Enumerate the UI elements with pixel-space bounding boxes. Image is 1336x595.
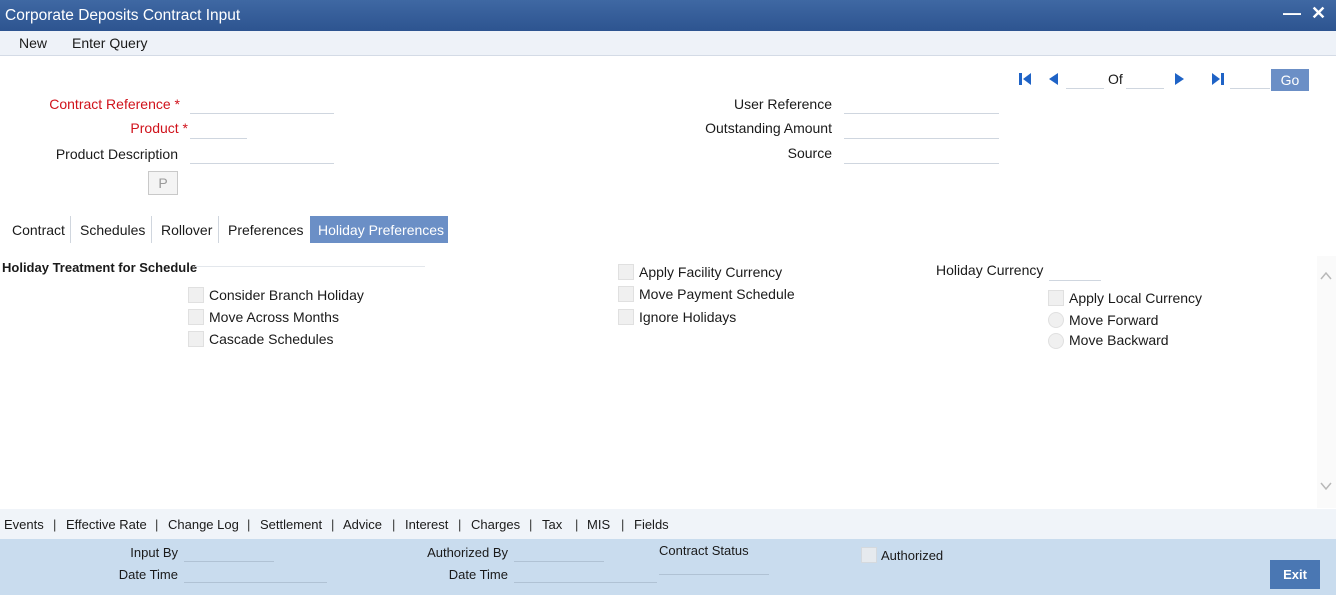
product-description-label: Product Description — [55, 146, 178, 162]
auth-date-time-value — [514, 582, 657, 583]
link-separator: | — [621, 517, 625, 532]
apply-local-currency-checkbox[interactable] — [1048, 290, 1064, 306]
effective-rate-link[interactable]: Effective Rate — [66, 517, 147, 532]
ignore-holidays-checkbox[interactable] — [618, 309, 634, 325]
move-forward-label: Move Forward — [1069, 312, 1159, 328]
move-across-months-checkbox[interactable] — [188, 309, 204, 325]
move-backward-radio[interactable] — [1048, 333, 1064, 349]
scroll-down-icon[interactable] — [1319, 479, 1333, 493]
consider-branch-holiday-checkbox[interactable] — [188, 287, 204, 303]
tab-contract[interactable]: Contract — [0, 216, 71, 243]
input-by-label: Input By — [130, 545, 178, 560]
section-divider — [195, 266, 425, 267]
mis-link[interactable]: MIS — [587, 517, 610, 532]
contract-reference-label-text: Contract Reference — [49, 96, 171, 112]
date-time-value — [184, 582, 327, 583]
user-reference-label: User Reference — [733, 96, 832, 112]
last-record-icon[interactable] — [1209, 70, 1227, 88]
new-menu-item[interactable]: New — [19, 35, 47, 51]
date-time-label: Date Time — [118, 567, 178, 582]
outstanding-amount-label: Outstanding Amount — [705, 120, 832, 136]
outstanding-amount-input[interactable] — [844, 121, 999, 139]
authorized-checkbox[interactable] — [861, 547, 877, 563]
contract-reference-label: Contract Reference * — [20, 96, 180, 112]
go-button[interactable]: Go — [1271, 69, 1309, 91]
required-marker: * — [182, 120, 188, 136]
first-record-icon[interactable] — [1016, 70, 1034, 88]
apply-facility-currency-checkbox[interactable] — [618, 264, 634, 280]
fields-link[interactable]: Fields — [634, 517, 669, 532]
contract-status-label: Contract Status — [659, 543, 749, 558]
holiday-treatment-heading: Holiday Treatment for Schedule — [2, 260, 198, 275]
source-label: Source — [787, 145, 832, 161]
enter-query-menu-item[interactable]: Enter Query — [72, 35, 147, 51]
close-icon[interactable]: ✕ — [1311, 3, 1326, 24]
input-by-value — [184, 561, 274, 562]
move-payment-schedule-checkbox[interactable] — [618, 286, 634, 302]
current-record-input[interactable] — [1066, 71, 1104, 89]
link-separator: | — [247, 517, 251, 532]
product-label-text: Product — [130, 120, 179, 136]
link-separator: | — [53, 517, 57, 532]
product-description-input[interactable] — [190, 146, 334, 164]
title-bar: Corporate Deposits Contract Input — ✕ — [0, 0, 1336, 31]
move-forward-radio[interactable] — [1048, 312, 1064, 328]
exit-button[interactable]: Exit — [1270, 560, 1320, 589]
pager-of-label: Of — [1108, 71, 1123, 87]
product-label: Product * — [20, 120, 188, 136]
link-separator: | — [458, 517, 462, 532]
required-marker: * — [174, 96, 180, 112]
total-records-input[interactable] — [1126, 71, 1164, 89]
cascade-schedules-label: Cascade Schedules — [209, 331, 334, 347]
move-payment-schedule-label: Move Payment Schedule — [639, 286, 795, 302]
link-separator: | — [575, 517, 579, 532]
authorized-by-value — [514, 561, 604, 562]
next-record-icon[interactable] — [1171, 70, 1189, 88]
tab-schedules[interactable]: Schedules — [71, 216, 152, 243]
move-backward-label: Move Backward — [1069, 332, 1169, 348]
interest-link[interactable]: Interest — [405, 517, 448, 532]
apply-facility-currency-label: Apply Facility Currency — [639, 264, 783, 280]
source-input[interactable] — [844, 146, 999, 164]
audit-footer: Input By Date Time Authorized By Date Ti… — [0, 539, 1336, 595]
jump-record-input[interactable] — [1230, 71, 1270, 89]
link-separator: | — [331, 517, 335, 532]
consider-branch-holiday-label: Consider Branch Holiday — [209, 287, 364, 303]
link-separator: | — [392, 517, 396, 532]
tab-rollover[interactable]: Rollover — [152, 216, 219, 243]
user-reference-input[interactable] — [844, 96, 999, 114]
charges-link[interactable]: Charges — [471, 517, 520, 532]
tax-link[interactable]: Tax — [542, 517, 562, 532]
product-input[interactable] — [190, 121, 247, 139]
settlement-link[interactable]: Settlement — [260, 517, 322, 532]
previous-record-icon[interactable] — [1044, 70, 1062, 88]
authorized-by-label: Authorized By — [427, 545, 508, 560]
product-lookup-button[interactable]: P — [148, 171, 178, 195]
change-log-link[interactable]: Change Log — [168, 517, 239, 532]
holiday-currency-input[interactable] — [1049, 263, 1101, 281]
minimize-icon[interactable]: — — [1283, 3, 1301, 24]
window-title: Corporate Deposits Contract Input — [5, 7, 241, 24]
tab-preferences[interactable]: Preferences — [219, 216, 310, 243]
apply-local-currency-label: Apply Local Currency — [1069, 290, 1203, 306]
advice-link[interactable]: Advice — [343, 517, 382, 532]
cascade-schedules-checkbox[interactable] — [188, 331, 204, 347]
link-separator: | — [529, 517, 533, 532]
move-across-months-label: Move Across Months — [209, 309, 339, 325]
authorized-label: Authorized — [881, 548, 944, 563]
tab-holiday-preferences[interactable]: Holiday Preferences — [310, 216, 448, 243]
link-separator: | — [155, 517, 159, 532]
events-link[interactable]: Events — [4, 517, 44, 532]
contract-reference-input[interactable] — [190, 96, 334, 114]
ignore-holidays-label: Ignore Holidays — [639, 309, 737, 325]
subsystem-link-bar: Events | Effective Rate | Change Log | S… — [0, 509, 1336, 539]
auth-date-time-label: Date Time — [448, 567, 508, 582]
menu-bar: New Enter Query — [0, 31, 1336, 56]
contract-status-value — [659, 574, 769, 575]
scroll-up-icon[interactable] — [1319, 269, 1333, 283]
vertical-scrollbar[interactable] — [1317, 256, 1336, 508]
holiday-currency-label: Holiday Currency — [936, 262, 1044, 278]
